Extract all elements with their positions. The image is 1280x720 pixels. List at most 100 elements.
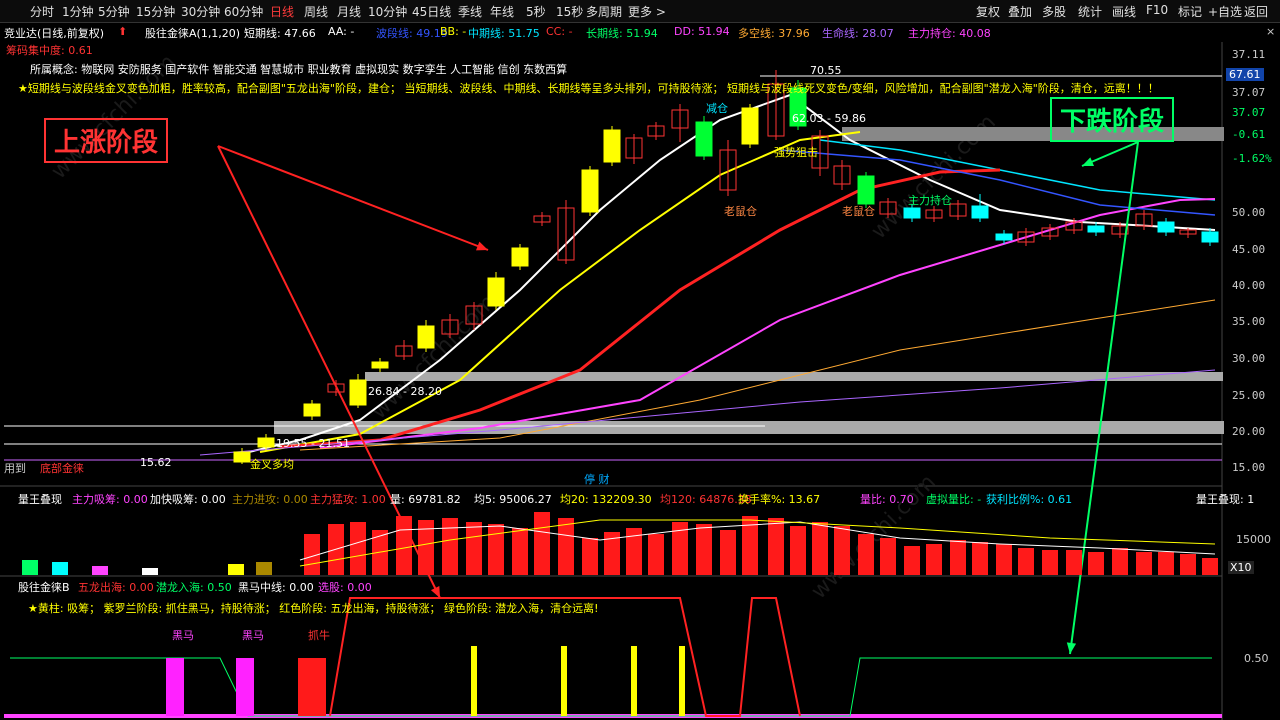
strong-hit-label: 强势狙击	[774, 146, 818, 159]
mid-ma-line	[819, 139, 1216, 201]
volume-bar	[880, 538, 896, 575]
toolbar-right-item[interactable]: F10	[1146, 3, 1168, 17]
price-axis-label: 37.11	[1232, 48, 1266, 61]
used-label: 用到	[4, 462, 26, 475]
legend-item: 主力持仓: 40.08	[908, 27, 991, 40]
candle-body	[257, 437, 275, 448]
bottom-panel-legend: 股往金徕B 五龙出海: 0.00 潜龙入海: 0.50 黑马中线: 0.00 选股: 0…	[0, 578, 1280, 594]
volume-panel-tag: 量王叠现: 1	[1196, 493, 1255, 506]
volume-bar	[582, 538, 598, 575]
candle-body	[995, 233, 1013, 241]
main-legend: 竞业达(日线,前复权) ⬆ 股往金徕A(1,1,20) 短期线: 47.66 AA: -…	[0, 23, 1280, 41]
concept-text: 所属概念: 物联网 安防服务 国产软件 智能交通 智慧城市 职业教育 虚拟现实 …	[30, 63, 568, 76]
toolbar-right-item[interactable]: 统计	[1078, 3, 1102, 20]
up-phase-callout: 上涨阶段	[44, 118, 169, 163]
volume-legend-item: 均5: 95006.27	[474, 493, 552, 506]
toolbar-item[interactable]: 分时	[30, 3, 54, 20]
dark-horse-bar	[236, 658, 254, 716]
toolbar-right-item[interactable]: 多股	[1042, 3, 1066, 20]
volume-bar	[950, 540, 966, 575]
volume-bar	[466, 522, 482, 575]
volume-bar-small	[52, 562, 68, 575]
volume-legend-item: 均20: 132209.30	[560, 493, 652, 506]
toolbar-right-item[interactable]: 叠加	[1008, 3, 1032, 20]
dive-line	[10, 657, 1212, 717]
price-axis-label: 25.00	[1232, 389, 1266, 402]
zone-mid-label: 26.84 - 28.20	[368, 385, 442, 398]
strategy-text: ★短期线与波段线金叉变色加粗，胜率较高，配合副图"五龙出海"阶段，建仓； 当短期…	[18, 82, 1159, 95]
volume-bar	[512, 528, 528, 575]
toolbar-item[interactable]: 45日线	[412, 3, 451, 20]
legend-item: DD: 51.94	[674, 25, 730, 38]
volume-bar	[558, 518, 574, 575]
toolbar-item[interactable]: 日线	[270, 3, 294, 20]
low-price-label: 15.62	[140, 456, 172, 469]
tag-dark-horse-2: 黑马	[242, 629, 264, 642]
candle-body	[233, 451, 251, 463]
zone-low-label: 19.55 - 21.51	[276, 437, 350, 450]
rat-label-1: 老鼠仓	[724, 205, 757, 218]
volume-bar	[720, 530, 736, 575]
toolbar-item[interactable]: 多周期	[586, 3, 622, 20]
legend-item: CC: -	[546, 25, 573, 38]
volume-bar-small	[142, 568, 158, 575]
down-phase-arrow-2-head	[1066, 642, 1077, 654]
volume-legend-item: 获利比例%: 0.61	[986, 493, 1073, 506]
toolbar-right-item[interactable]: 画线	[1112, 3, 1136, 20]
volume-panel-name: 量王叠现	[18, 493, 62, 506]
candle-body	[511, 247, 529, 267]
stock-type-label: 停 财	[584, 473, 610, 486]
toolbar-item[interactable]: 10分钟	[368, 3, 407, 20]
toolbar-item[interactable]: 5分钟	[98, 3, 130, 20]
legend-item: 多空线: 37.96	[738, 27, 810, 40]
toolbar-item[interactable]: 30分钟	[181, 3, 220, 20]
toolbar-right-item[interactable]: 标记	[1178, 3, 1202, 20]
volume-bar	[396, 516, 412, 575]
volume-bar	[1180, 554, 1196, 575]
volume-axis-label: 15000	[1236, 533, 1271, 546]
candle-body	[581, 169, 599, 213]
price-axis-label: 30.00	[1232, 352, 1266, 365]
toolbar-right-item[interactable]: +自选	[1208, 3, 1242, 20]
candle-body	[1087, 225, 1105, 233]
price-axis-label: -0.61	[1232, 128, 1266, 141]
bottom-legend-item: 五龙出海: 0.00	[78, 581, 154, 594]
toolbar-right-item[interactable]: 复权	[976, 3, 1000, 20]
price-axis-label: 15.00	[1232, 461, 1266, 474]
candle-body	[1201, 231, 1219, 243]
volume-bar	[1202, 558, 1218, 575]
toolbar-right-item[interactable]: 返回	[1244, 3, 1268, 20]
volume-bar	[648, 534, 664, 575]
toolbar-item[interactable]: 周线	[304, 3, 328, 20]
volume-bar	[972, 542, 988, 575]
reduce-label: 减仓	[706, 102, 728, 115]
legend-item: BB: -	[440, 25, 467, 38]
price-axis-label: -1.62%	[1232, 152, 1272, 165]
toolbar-item[interactable]: 月线	[337, 3, 361, 20]
volume-bar	[768, 518, 784, 575]
volume-legend-item: 加快吸筹: 0.00	[150, 493, 226, 506]
volume-legend-item: 量: 69781.82	[390, 493, 461, 506]
toolbar-item[interactable]: 60分钟	[224, 3, 263, 20]
rat-label-2: 老鼠仓	[842, 205, 875, 218]
toolbar-item[interactable]: 15分钟	[136, 3, 175, 20]
toolbar-item[interactable]: 5秒	[526, 3, 546, 20]
volume-bar	[1158, 552, 1174, 575]
legend-item: 生命线: 28.07	[822, 27, 894, 40]
candle-body	[487, 277, 505, 307]
toolbar-item[interactable]: 季线	[458, 3, 482, 20]
window-close-icon[interactable]: ×	[1266, 25, 1275, 38]
toolbar-item[interactable]: 年线	[490, 3, 514, 20]
toolbar-item[interactable]: 1分钟	[62, 3, 94, 20]
toolbar-item[interactable]: 15秒	[556, 3, 583, 20]
price-axis-label: 50.00	[1232, 206, 1266, 219]
peak-price: 70.55	[810, 64, 842, 77]
volume-bar	[926, 544, 942, 575]
volume-bar	[534, 512, 550, 575]
price-axis-label: 45.00	[1232, 243, 1266, 256]
volume-bar	[350, 522, 366, 575]
watermark-text: www.cfchi.com	[367, 290, 501, 424]
volume-unit-label: X10	[1228, 561, 1254, 574]
toolbar-item[interactable]: 更多 >	[628, 3, 666, 20]
tag-dark-horse-1: 黑马	[172, 629, 194, 642]
